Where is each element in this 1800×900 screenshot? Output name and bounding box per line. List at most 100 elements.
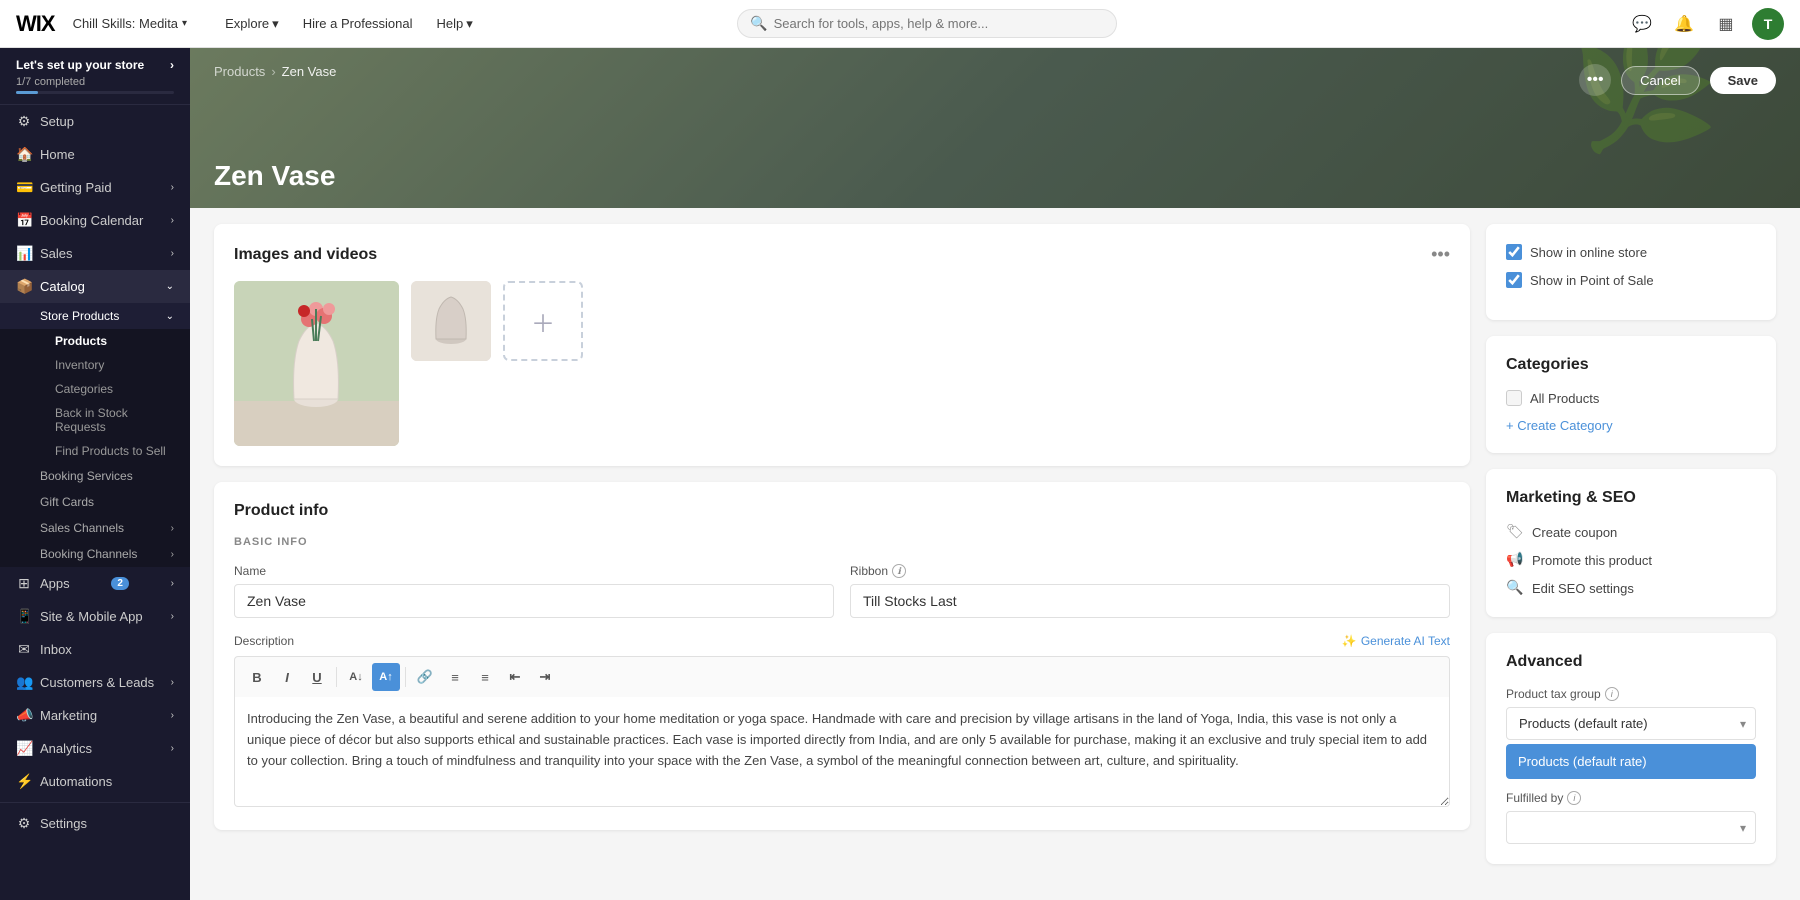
coupon-icon: 🏷 (1506, 523, 1524, 541)
sidebar-item-booking-services[interactable]: Booking Services (0, 463, 190, 489)
unordered-list-button[interactable]: ≡ (441, 663, 469, 691)
description-textarea[interactable]: Introducing the Zen Vase, a beautiful an… (234, 697, 1450, 807)
advanced-card: Advanced Product tax group i Products (d… (1486, 633, 1776, 864)
tax-info-icon[interactable]: i (1605, 687, 1619, 701)
font-size-down-button[interactable]: A↓ (342, 663, 370, 691)
fulfilled-info-icon[interactable]: i (1567, 791, 1581, 805)
sidebar-item-customers[interactable]: 👥 Customers & Leads › (0, 666, 190, 699)
categories-card: Categories All Products + Create Categor… (1486, 336, 1776, 453)
avatar[interactable]: T (1752, 8, 1784, 40)
sidebar-item-gift-cards[interactable]: Gift Cards (0, 489, 190, 515)
fulfilled-by-select[interactable] (1506, 811, 1756, 844)
sidebar-child-back-in-stock[interactable]: Back in Stock Requests (0, 401, 190, 439)
sidebar-item-apps[interactable]: ⊞ Apps 2 › (0, 567, 190, 600)
sidebar-item-settings[interactable]: ⚙ Settings (0, 807, 190, 840)
font-color-button[interactable]: A↑ (372, 663, 400, 691)
settings-icon: ⚙ (16, 815, 32, 832)
nav-icons: 💬 🔔 ▦ T (1626, 8, 1784, 40)
product-thumbnail-1[interactable] (411, 281, 491, 361)
cancel-button[interactable]: Cancel (1621, 66, 1699, 95)
chevron-right-icon: › (171, 611, 174, 622)
tax-dropdown-option[interactable]: Products (default rate) (1506, 744, 1756, 779)
sidebar-item-automations[interactable]: ⚡ Automations (0, 765, 190, 798)
generate-ai-button[interactable]: ✨ Generate AI Text (1342, 634, 1450, 648)
sidebar-item-sales-channels[interactable]: Sales Channels › (0, 515, 190, 541)
tax-group-select[interactable]: Products (default rate) (1506, 707, 1756, 740)
toolbar-divider-2 (405, 667, 406, 687)
progress-section: 1/7 completed (16, 76, 174, 94)
pos-label[interactable]: Show in Point of Sale (1530, 273, 1654, 288)
ordered-list-button[interactable]: ≡ (471, 663, 499, 691)
sidebar-item-site-mobile[interactable]: 📱 Site & Mobile App › (0, 600, 190, 633)
setup-progress[interactable]: Let's set up your store › 1/7 completed (0, 48, 190, 105)
add-image-button[interactable]: ＋ (503, 281, 583, 361)
link-button[interactable]: 🔗 (411, 663, 439, 691)
hire-professional-link[interactable]: Hire a Professional (293, 12, 423, 35)
fulfilled-select-wrapper: ▾ (1506, 811, 1756, 844)
pos-checkbox[interactable] (1506, 272, 1522, 288)
sidebar-child-products[interactable]: Products (0, 329, 190, 353)
chevron-right-icon: › (171, 578, 174, 589)
wix-logo: WIX (16, 11, 55, 37)
notifications-icon[interactable]: 🔔 (1668, 8, 1700, 40)
sidebar-item-marketing[interactable]: 📣 Marketing › (0, 699, 190, 732)
explore-link[interactable]: Explore ▾ (215, 12, 289, 36)
help-link[interactable]: Help ▾ (427, 12, 483, 36)
save-button[interactable]: Save (1710, 67, 1776, 94)
visibility-card: Show in online store Show in Point of Sa… (1486, 224, 1776, 320)
main-product-image[interactable] (234, 281, 399, 446)
underline-button[interactable]: U (303, 663, 331, 691)
chevron-down-icon: ⌄ (166, 281, 174, 292)
progress-fill (16, 91, 38, 94)
inbox-icon: ✉ (16, 641, 32, 658)
bold-button[interactable]: B (243, 663, 271, 691)
sidebar-item-inbox[interactable]: ✉ Inbox (0, 633, 190, 666)
sidebar-item-booking-channels[interactable]: Booking Channels › (0, 541, 190, 567)
seo-icon: 🔍 (1506, 579, 1524, 597)
breadcrumb-products-link[interactable]: Products (214, 64, 265, 79)
site-selector[interactable]: Chill Skills: Medita ▾ (65, 12, 196, 35)
edit-seo-link[interactable]: 🔍 Edit SEO settings (1506, 579, 1756, 597)
all-products-checkbox[interactable] (1506, 390, 1522, 406)
decorative-plant: 🌿 (1571, 48, 1720, 148)
sidebar-item-home[interactable]: 🏠 Home (0, 138, 190, 171)
progress-bar (16, 91, 174, 94)
sidebar-child-categories[interactable]: Categories (0, 377, 190, 401)
sidebar-item-analytics[interactable]: 📈 Analytics › (0, 732, 190, 765)
sidebar-child-find-products[interactable]: Find Products to Sell (0, 439, 190, 463)
product-header: 🌿 Products › Zen Vase Zen Vase ••• Cance… (190, 48, 1800, 208)
images-more-button[interactable]: ••• (1431, 244, 1450, 265)
sidebar-item-catalog[interactable]: 📦 Catalog ⌄ (0, 270, 190, 303)
setup-title[interactable]: Let's set up your store › (16, 58, 174, 72)
create-coupon-link[interactable]: 🏷 Create coupon (1506, 523, 1756, 541)
online-store-checkbox[interactable] (1506, 244, 1522, 260)
ribbon-input[interactable] (850, 584, 1450, 618)
chevron-right-icon: › (170, 58, 174, 72)
vase-thumb-svg (411, 281, 491, 361)
online-store-label[interactable]: Show in online store (1530, 245, 1647, 260)
sidebar-item-store-products[interactable]: Store Products ⌄ (0, 303, 190, 329)
product-tax-label: Product tax group i (1506, 687, 1756, 701)
chevron-right-icon: › (171, 215, 174, 226)
italic-button[interactable]: I (273, 663, 301, 691)
sidebar-item-setup[interactable]: ⚙ Setup (0, 105, 190, 138)
images-card: Images and videos ••• (214, 224, 1470, 466)
name-input[interactable] (234, 584, 834, 618)
grid-icon[interactable]: ▦ (1710, 8, 1742, 40)
indent-left-button[interactable]: ⇤ (501, 663, 529, 691)
create-category-link[interactable]: + Create Category (1506, 418, 1613, 433)
more-options-button[interactable]: ••• (1579, 64, 1611, 96)
search-bar[interactable]: 🔍 (737, 9, 1117, 38)
sparkle-icon: ✨ (1342, 634, 1357, 648)
search-input[interactable] (774, 16, 1105, 31)
sidebar-child-inventory[interactable]: Inventory (0, 353, 190, 377)
promote-product-link[interactable]: 📢 Promote this product (1506, 551, 1756, 569)
sidebar-item-booking-calendar[interactable]: 📅 Booking Calendar › (0, 204, 190, 237)
ribbon-info-icon[interactable]: ℹ (892, 564, 906, 578)
sidebar-item-getting-paid[interactable]: 💳 Getting Paid › (0, 171, 190, 204)
messages-icon[interactable]: 💬 (1626, 8, 1658, 40)
indent-right-button[interactable]: ⇥ (531, 663, 559, 691)
catalog-icon: 📦 (16, 278, 32, 295)
sidebar-item-sales[interactable]: 📊 Sales › (0, 237, 190, 270)
product-info-card: Product info BASIC INFO Name Ribbon ℹ (214, 482, 1470, 830)
